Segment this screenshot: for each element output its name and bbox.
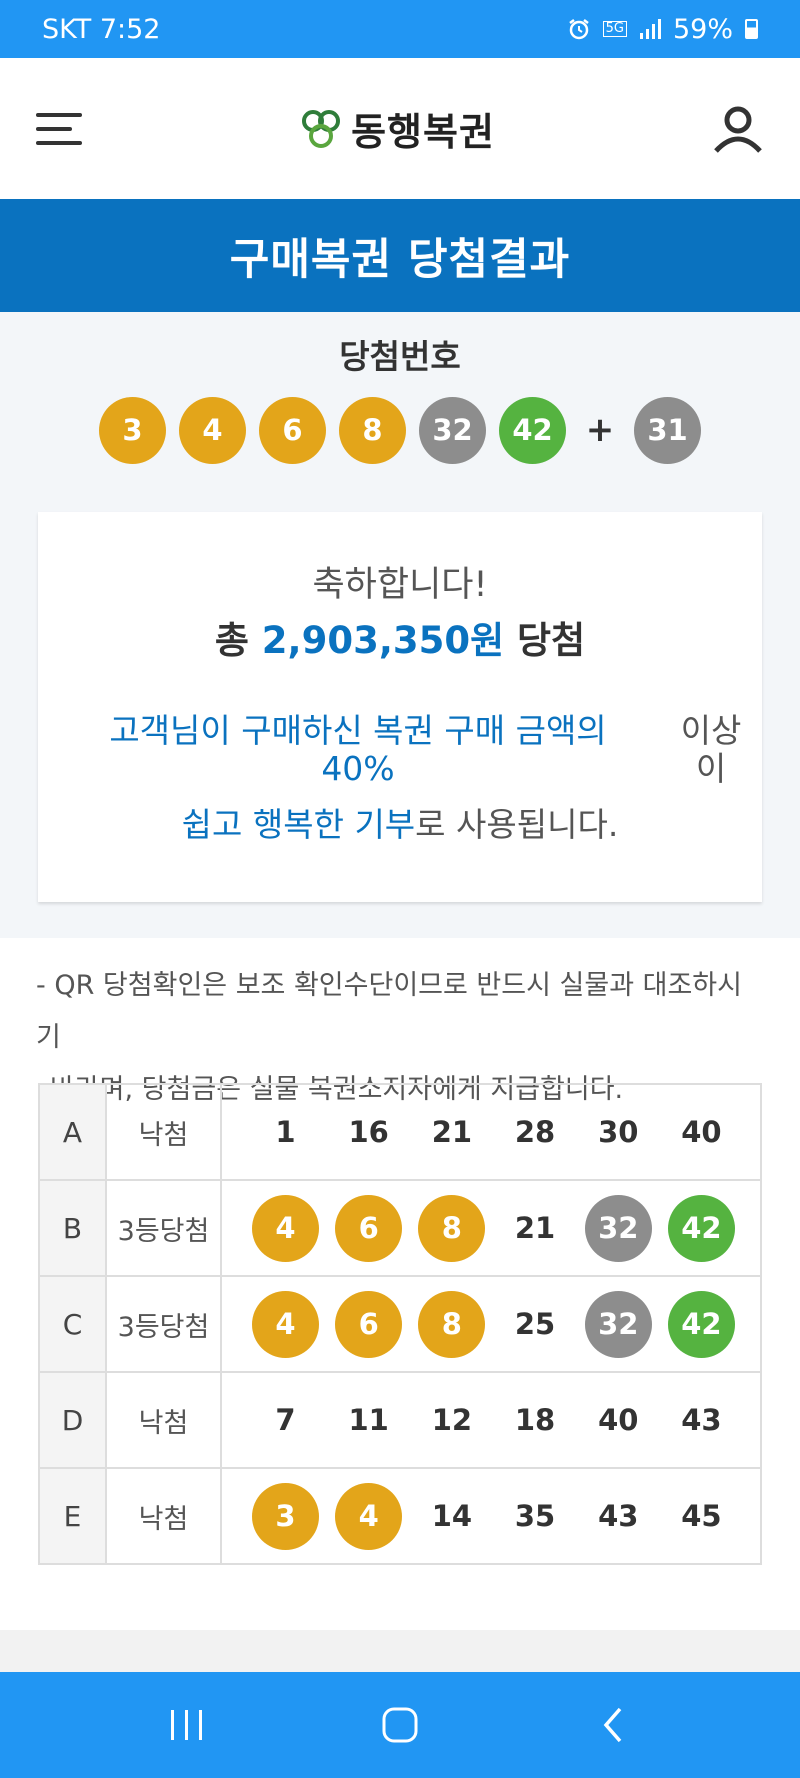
ticket-number-matched: 32 xyxy=(584,1194,652,1262)
ticket-number-matched: 42 xyxy=(667,1194,735,1262)
ticket-row: D 낙첨 7 11 12 18 40 43 xyxy=(38,1371,762,1469)
game-label: B xyxy=(38,1179,107,1277)
ticket-row: C 3등당첨 4 6 8 25 32 42 xyxy=(38,1275,762,1373)
winning-ball: 3 xyxy=(99,396,166,464)
ticket-number: 28 xyxy=(514,1115,556,1149)
ticket-number-matched: 4 xyxy=(252,1290,319,1358)
network-type-icon: 5G xyxy=(602,21,627,37)
battery-icon xyxy=(745,19,758,39)
total-prize: 총 2,903,350원 당첨 xyxy=(38,610,762,664)
ticket-number: 25 xyxy=(514,1307,556,1341)
congrats-text: 축하합니다! xyxy=(312,565,488,605)
hamburger-menu-icon[interactable] xyxy=(36,109,82,149)
bonus-ball: 31 xyxy=(634,396,701,464)
notice-line-1: - QR 당첨확인은 보조 확인수단이므로 반드시 실물과 대조하시기 xyxy=(36,970,742,1053)
system-nav-bar xyxy=(0,1672,800,1778)
ticket-section: - QR 당첨확인은 보조 확인수단이므로 반드시 실물과 대조하시기 바라며,… xyxy=(0,938,800,1630)
game-numbers: 3 4 14 35 43 45 xyxy=(220,1467,762,1565)
plus-sign: + xyxy=(585,410,615,450)
ticket-number: 21 xyxy=(514,1211,556,1245)
winning-ball: 42 xyxy=(499,396,566,464)
ticket-number-matched: 8 xyxy=(418,1194,486,1262)
alarm-icon xyxy=(567,17,591,41)
signal-icon xyxy=(639,18,661,40)
ticket-number: 43 xyxy=(681,1403,722,1437)
winning-numbers: 3 4 6 8 32 42 +31 xyxy=(0,396,800,464)
page-title: 구매복권 당첨결과 xyxy=(0,199,800,312)
status-bar: SKT 7:52 5G 59% xyxy=(0,0,800,58)
ticket-number: 1 xyxy=(275,1115,296,1149)
ticket-number-matched: 6 xyxy=(335,1194,403,1262)
donation-text-side: 이상이 xyxy=(680,711,742,788)
status-icons: 5G 59% xyxy=(567,14,758,45)
ticket-number-matched: 4 xyxy=(335,1482,403,1550)
user-icon[interactable] xyxy=(712,103,764,155)
ticket-row: E 낙첨 3 4 14 35 43 45 xyxy=(38,1467,762,1565)
back-icon[interactable] xyxy=(573,1695,653,1755)
ticket-number-matched: 32 xyxy=(584,1290,652,1358)
game-result: 3등당첨 xyxy=(105,1179,222,1277)
ticket-number: 12 xyxy=(431,1403,473,1437)
game-result: 3등당첨 xyxy=(105,1275,222,1373)
winning-ball: 4 xyxy=(179,396,246,464)
ticket-number: 18 xyxy=(514,1403,556,1437)
recent-apps-icon[interactable] xyxy=(147,1695,227,1755)
ticket-number: 45 xyxy=(681,1499,722,1533)
ticket-number: 30 xyxy=(598,1115,639,1149)
game-result: 낙첨 xyxy=(105,1371,222,1469)
game-result: 낙첨 xyxy=(105,1467,222,1565)
logo-text: 동행복권 xyxy=(351,110,495,154)
ticket-number: 40 xyxy=(681,1115,722,1149)
game-numbers: 7 11 12 18 40 43 xyxy=(220,1371,762,1469)
result-card: 축하합니다! 총 2,903,350원 당첨 고객님이 구매하신 복권 구매 금… xyxy=(38,512,762,902)
ticket-number-matched: 42 xyxy=(667,1290,735,1358)
total-suffix: 당첨 xyxy=(504,619,586,662)
ticket-row: A 낙첨 1 16 21 28 30 40 xyxy=(38,1083,762,1181)
status-time: SKT 7:52 xyxy=(42,13,161,45)
ticket-table: A 낙첨 1 16 21 28 30 40 B 3등당첨 4 6 8 21 32 42 C 3등당첨 4 6 8 25 32… xyxy=(38,1083,762,1565)
game-label: A xyxy=(38,1083,107,1181)
page-footer xyxy=(0,1630,800,1672)
ticket-number: 35 xyxy=(514,1499,556,1533)
winning-numbers-label: 당첨번호 xyxy=(339,337,461,376)
ticket-row: B 3등당첨 4 6 8 21 32 42 xyxy=(38,1179,762,1277)
game-numbers: 1 16 21 28 30 40 xyxy=(220,1083,762,1181)
logo[interactable]: 동행복권 xyxy=(299,101,495,156)
app-header: 동행복권 xyxy=(0,58,800,199)
donation-text-main: 고객님이 구매하신 복권 구매 금액의 40% xyxy=(109,711,607,788)
game-label: E xyxy=(38,1467,107,1565)
total-amount: 2,903,350원 xyxy=(261,619,505,662)
home-icon[interactable] xyxy=(360,1695,440,1755)
game-result: 낙첨 xyxy=(105,1083,222,1181)
donation-rest: 로 사용됩니다. xyxy=(415,805,619,844)
total-prefix: 총 xyxy=(214,619,262,662)
ticket-number: 43 xyxy=(598,1499,639,1533)
winning-ball: 6 xyxy=(259,396,326,464)
ticket-number: 11 xyxy=(348,1403,389,1437)
ticket-number-matched: 4 xyxy=(252,1194,319,1262)
ticket-number-matched: 3 xyxy=(252,1482,319,1550)
game-numbers: 4 6 8 25 32 42 xyxy=(220,1275,762,1373)
ticket-number-matched: 6 xyxy=(335,1290,403,1358)
ticket-number: 21 xyxy=(431,1115,473,1149)
donation-highlight: 쉽고 행복한 기부 xyxy=(181,805,416,844)
ticket-number: 40 xyxy=(598,1403,639,1437)
winning-ball: 32 xyxy=(419,396,486,464)
ticket-number-matched: 8 xyxy=(418,1290,486,1358)
game-numbers: 4 6 8 21 32 42 xyxy=(220,1179,762,1277)
ticket-number: 14 xyxy=(431,1499,473,1533)
winning-ball: 8 xyxy=(339,396,406,464)
game-label: C xyxy=(38,1275,107,1373)
ticket-number: 16 xyxy=(348,1115,389,1149)
clover-logo-icon xyxy=(302,109,341,148)
battery-percent: 59% xyxy=(672,13,733,45)
donation-text-second: 쉽고 행복한 기부로 사용됩니다. xyxy=(38,798,762,846)
ticket-number: 7 xyxy=(275,1403,296,1437)
game-label: D xyxy=(38,1371,107,1469)
